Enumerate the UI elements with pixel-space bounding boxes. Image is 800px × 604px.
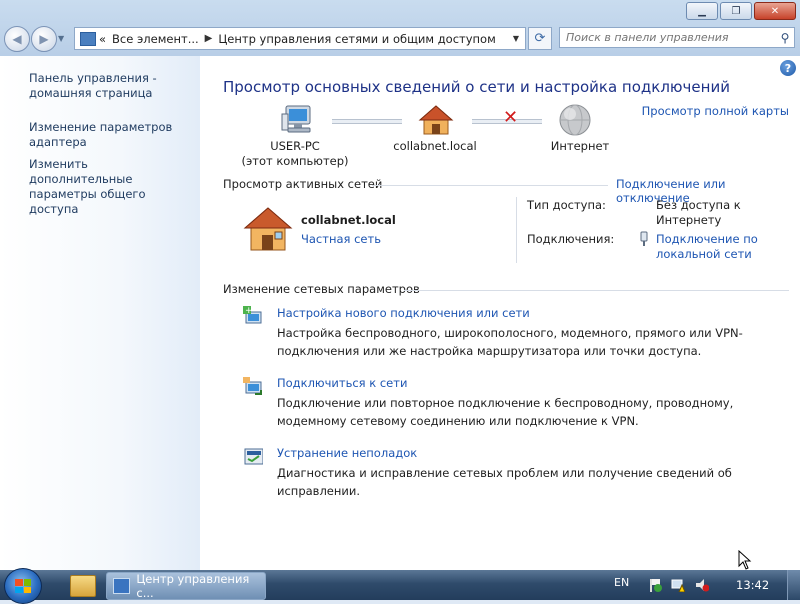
start-button[interactable] (4, 568, 42, 604)
divider-vertical (516, 197, 517, 263)
recent-pages-dropdown-icon[interactable]: ▼ (58, 34, 64, 43)
close-button[interactable]: ✕ (754, 2, 796, 20)
access-type-value: Без доступа к Интернету (656, 198, 741, 227)
chevron-right-icon[interactable]: ▶ (205, 33, 213, 44)
search-icon[interactable]: ⚲ (776, 31, 794, 45)
home-network-icon[interactable] (418, 104, 454, 136)
internet-label: Интернет (550, 139, 610, 153)
address-dropdown-icon[interactable]: ▼ (513, 34, 519, 43)
window: ▁ ❐ ✕ ◀ ▶ ▼ « Все элемент... ▶ Центр упр… (0, 0, 800, 570)
divider (372, 185, 608, 186)
breadcrumb-item[interactable]: Все элемент... (112, 32, 199, 46)
breadcrumb-item[interactable]: Центр управления сетями и общим доступом (218, 32, 495, 46)
network-warning-icon[interactable] (671, 578, 685, 592)
refresh-button[interactable]: ⟳ (528, 27, 552, 50)
house-icon[interactable] (242, 206, 294, 252)
clock[interactable]: 13:42 (736, 578, 769, 592)
task-new-connection-link[interactable]: Настройка нового подключения или сети (277, 304, 530, 322)
page-title: Просмотр основных сведений о сети и наст… (223, 78, 730, 96)
change-settings-title: Изменение сетевых параметров (223, 282, 420, 296)
search-box[interactable]: ⚲ (559, 27, 795, 48)
search-input[interactable] (560, 30, 776, 45)
connection-line (332, 119, 402, 124)
help-icon[interactable]: ? (780, 60, 796, 76)
task-troubleshoot-link[interactable]: Устранение неполадок (277, 444, 417, 462)
action-center-flag-icon[interactable] (648, 578, 662, 592)
mouse-cursor-icon (738, 550, 752, 570)
globe-icon[interactable] (558, 103, 592, 137)
computer-icon[interactable] (280, 104, 316, 136)
sidebar: Панель управления - домашняя страница Из… (0, 56, 200, 570)
active-networks-title: Просмотр активных сетей (223, 177, 383, 191)
language-indicator[interactable]: EN (614, 576, 629, 589)
control-panel-icon (113, 578, 131, 594)
troubleshoot-icon (244, 448, 263, 465)
show-desktop-button[interactable] (787, 570, 800, 600)
computer-subtitle: (этот компьютер) (241, 154, 349, 168)
new-connection-icon: + (243, 306, 262, 324)
svg-text:+: + (245, 306, 253, 316)
network-name: collabnet.local (301, 213, 396, 227)
computer-name: USER-PC (270, 139, 320, 153)
forward-button[interactable]: ▶ (31, 26, 57, 52)
sidebar-item-adapter-settings[interactable]: Изменение параметров адаптера (29, 120, 179, 150)
network-node-label: collabnet.local (393, 139, 477, 153)
no-connection-icon[interactable]: ✕ (503, 107, 518, 128)
task-description: Настройка беспроводного, широкополосного… (277, 326, 743, 358)
task-description: Подключение или повторное подключение к … (277, 396, 734, 428)
windows-logo-icon (15, 579, 31, 593)
back-button[interactable]: ◀ (4, 26, 30, 52)
maximize-button[interactable]: ❐ (720, 2, 752, 20)
task-description: Диагностика и исправление сетевых пробле… (277, 466, 732, 498)
access-type-label: Тип доступа: (527, 198, 606, 212)
local-connection-link[interactable]: Подключение по локальной сети (656, 232, 771, 262)
control-panel-icon (80, 31, 96, 46)
main-content: ? Просмотр основных сведений о сети и на… (200, 56, 800, 570)
this-computer-node: USER-PC (этот компьютер) (230, 139, 360, 169)
caption-buttons: ▁ ❐ ✕ (686, 2, 796, 20)
sidebar-item-sharing-settings[interactable]: Изменить дополнительные параметры общего… (29, 157, 194, 217)
volume-muted-icon[interactable] (695, 578, 709, 592)
taskbar-item-network-center[interactable]: Центр управления с... (106, 572, 266, 600)
minimize-button[interactable]: ▁ (686, 2, 718, 20)
ethernet-icon (640, 231, 648, 246)
divider (404, 290, 789, 291)
connect-network-icon (243, 377, 262, 395)
network-type-link[interactable]: Частная сеть (301, 232, 381, 246)
sidebar-item-control-panel-home[interactable]: Панель управления - домашняя страница (29, 71, 194, 101)
full-map-link[interactable]: Просмотр полной карты (642, 104, 789, 118)
taskbar: Центр управления с... EN 13:42 (0, 568, 800, 604)
taskbar-item-label: Центр управления с... (136, 572, 250, 600)
navigation-bar: ◀ ▶ ▼ « Все элемент... ▶ Центр управлени… (0, 24, 800, 52)
breadcrumb-sep-icon: « (99, 31, 107, 46)
explorer-folder-icon[interactable] (70, 575, 96, 597)
task-connect-network-link[interactable]: Подключиться к сети (277, 374, 407, 392)
connections-label: Подключения: (527, 232, 615, 246)
address-bar[interactable]: « Все элемент... ▶ Центр управления сетя… (74, 27, 526, 50)
